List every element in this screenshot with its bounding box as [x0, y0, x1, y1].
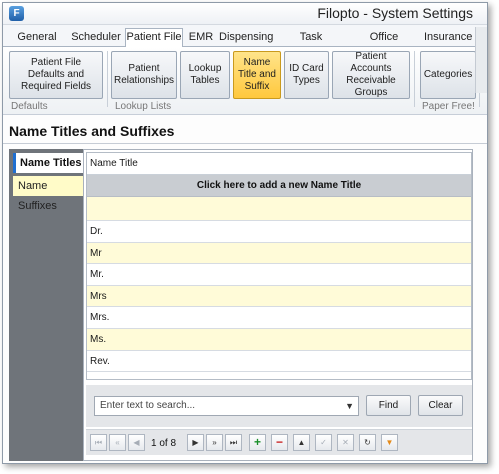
table-row[interactable]: Mr.: [87, 264, 471, 286]
add-new-row-button[interactable]: Click here to add a new Name Title: [87, 175, 471, 197]
column-header-name-title[interactable]: Name Title: [87, 153, 471, 175]
tab-scheduler[interactable]: Scheduler: [69, 29, 123, 47]
ribbon-group-lookup-lists-label: Lookup Lists: [115, 101, 172, 112]
lookup-tables-button[interactable]: Lookup Tables: [180, 51, 230, 99]
ribbon-scrollbar[interactable]: [475, 27, 487, 93]
tab-office-reports[interactable]: Office Reports: [351, 29, 417, 59]
add-record-icon[interactable]: +: [249, 434, 266, 451]
patient-accounts-receivable-groups-button[interactable]: Patient Accounts Receivable Groups: [332, 51, 410, 99]
name-titles-panel: Name Title Click here to add a new Name …: [83, 149, 473, 461]
tab-patient-file[interactable]: Patient File: [125, 28, 183, 48]
side-tab-name-suffixes[interactable]: Name Suffixes: [13, 176, 83, 212]
name-title-and-suffix-button[interactable]: Name Title and Suffix: [233, 51, 281, 99]
tab-dispensing[interactable]: Dispensing: [219, 29, 273, 47]
main-tab-bar: General Scheduler Patient File EMR Dispe…: [3, 25, 487, 59]
table-row[interactable]: Mrs.: [87, 307, 471, 329]
refresh-icon[interactable]: ↻: [359, 434, 376, 451]
prev-page-group-icon[interactable]: «: [109, 434, 126, 451]
last-page-icon[interactable]: ⏭: [225, 434, 242, 451]
name-titles-grid: Name Title Click here to add a new Name …: [86, 152, 472, 380]
table-row[interactable]: Mrs: [87, 285, 471, 308]
tab-emr[interactable]: EMR: [187, 29, 215, 47]
side-tab-panel: Name Titles Name Suffixes: [9, 149, 83, 461]
side-tab-name-titles[interactable]: Name Titles: [13, 153, 83, 173]
table-row[interactable]: Dr.: [87, 221, 471, 243]
tab-general[interactable]: General: [15, 29, 59, 47]
id-card-types-button[interactable]: ID Card Types: [284, 51, 329, 99]
system-settings-window: F Filopto - System Settings General Sche…: [2, 2, 488, 464]
page-indicator: 1 of 8: [151, 438, 177, 449]
delete-record-icon[interactable]: −: [271, 434, 288, 451]
search-placeholder: Enter text to search...: [100, 400, 196, 411]
window-title: Filopto - System Settings: [317, 5, 473, 21]
cancel-edit-icon[interactable]: ✕: [337, 434, 354, 451]
find-button[interactable]: Find: [366, 395, 411, 416]
table-row[interactable]: Rev.: [87, 350, 471, 373]
patient-relationships-button[interactable]: Patient Relationships: [111, 51, 177, 99]
first-page-icon[interactable]: ⏮: [90, 434, 107, 451]
chevron-down-icon[interactable]: ▼: [345, 397, 354, 415]
app-logo-icon: F: [9, 6, 24, 21]
filter-icon[interactable]: ▼: [381, 434, 398, 451]
page-title: Name Titles and Suffixes: [9, 123, 175, 139]
table-row[interactable]: Ms.: [87, 328, 471, 351]
title-divider: [3, 143, 487, 144]
categories-button[interactable]: Categories: [420, 51, 476, 99]
ribbon-group-paper-free-label: Paper Free!: [422, 101, 475, 112]
ribbon-group-defaults-label: Defaults: [11, 101, 48, 112]
ribbon-toolbar: Patient File Defaults and Required Field…: [3, 47, 487, 115]
ribbon-separator: [414, 51, 415, 107]
search-input[interactable]: Enter text to search... ▼: [94, 396, 359, 416]
tab-insurance[interactable]: Insurance: [424, 29, 472, 47]
ribbon-separator: [107, 51, 108, 107]
record-navigator: ⏮ « ◀ 1 of 8 ▶ » ⏭ + − ▲ ✓ ✕ ↻ ▼: [86, 429, 472, 455]
next-page-group-icon[interactable]: »: [206, 434, 223, 451]
filter-row[interactable]: [87, 197, 471, 221]
search-bar: Enter text to search... ▼ Find Clear: [86, 385, 472, 427]
edit-record-icon[interactable]: ▲: [293, 434, 310, 451]
tab-task-manager[interactable]: Task Manager: [278, 29, 344, 59]
save-record-icon[interactable]: ✓: [315, 434, 332, 451]
next-page-icon[interactable]: ▶: [187, 434, 204, 451]
title-bar: F Filopto - System Settings: [3, 3, 487, 25]
prev-page-icon[interactable]: ◀: [128, 434, 145, 451]
patient-file-defaults-button[interactable]: Patient File Defaults and Required Field…: [9, 51, 103, 99]
table-row[interactable]: Mr: [87, 242, 471, 265]
clear-button[interactable]: Clear: [418, 395, 463, 416]
